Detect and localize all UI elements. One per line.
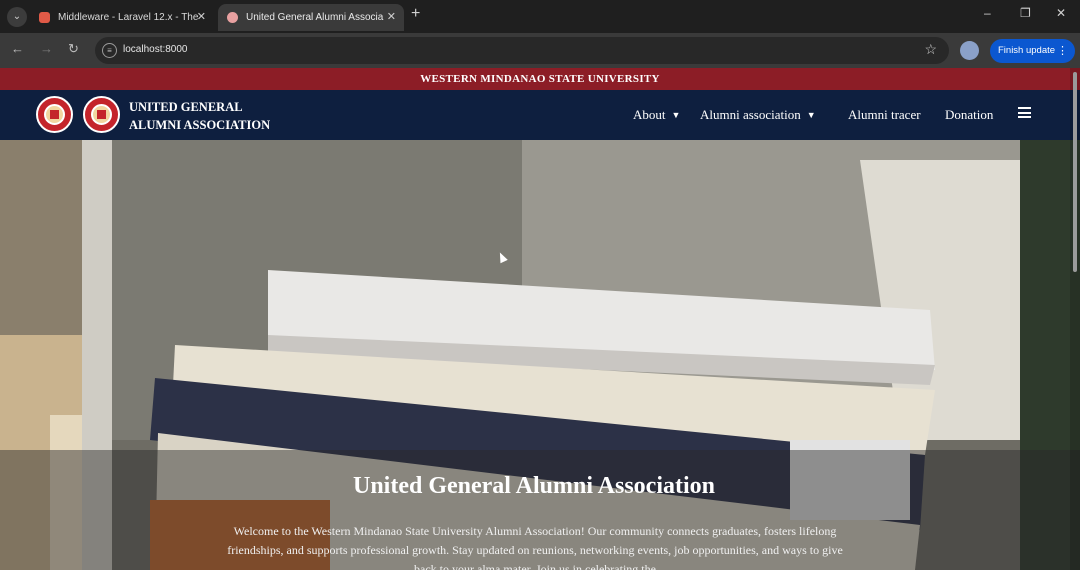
nav-alumni-association[interactable]: Alumni association ▼: [700, 107, 816, 123]
tab-title: United General Alumni Associa: [246, 12, 384, 23]
browser-tab-bar: ⌄ Middleware - Laravel 12.x - The ✕ Unit…: [0, 0, 1080, 33]
maximize-button[interactable]: ❐: [1020, 6, 1031, 20]
chevron-down-icon: ▼: [671, 110, 681, 120]
brand-line-2: ALUMNI ASSOCIATION: [129, 118, 271, 132]
site-brand[interactable]: UNITED GENERAL ALUMNI ASSOCIATION: [129, 98, 270, 134]
nav-about-label: About: [633, 107, 666, 122]
hero-section: United General Alumni Association Welcom…: [0, 140, 1080, 570]
address-bar[interactable]: ≡ localhost:8000 ☆: [95, 37, 949, 64]
university-seal-logo[interactable]: [36, 96, 73, 133]
nav-alumni-tracer[interactable]: Alumni tracer: [848, 107, 921, 123]
site-navbar: UNITED GENERAL ALUMNI ASSOCIATION About ▼…: [0, 90, 1080, 140]
new-tab-button[interactable]: +: [411, 5, 420, 23]
hero-title: United General Alumni Association: [352, 473, 716, 499]
tab-search-button[interactable]: ⌄: [7, 7, 27, 27]
browser-toolbar: ← → ↻ ≡ localhost:8000 ☆ Finish update ⋮: [0, 33, 1080, 68]
site-favicon-icon: [227, 12, 238, 23]
more-icon[interactable]: ⋮: [1057, 39, 1068, 63]
close-tab-icon[interactable]: ✕: [387, 4, 396, 31]
laravel-favicon-icon: [39, 12, 50, 23]
close-tab-icon[interactable]: ✕: [197, 4, 206, 31]
menu-icon[interactable]: [1018, 107, 1031, 118]
tab-title: Middleware - Laravel 12.x - The: [58, 12, 199, 23]
bookmark-star-icon[interactable]: ☆: [924, 41, 937, 58]
back-icon[interactable]: ←: [11, 41, 24, 56]
site-info-icon[interactable]: ≡: [102, 43, 117, 58]
brand-line-1: UNITED GENERAL: [129, 100, 243, 114]
close-window-button[interactable]: ✕: [1056, 6, 1066, 20]
finish-update-button[interactable]: Finish update ⋮: [990, 39, 1075, 63]
page-scrollbar[interactable]: [1070, 68, 1080, 570]
tab-alumni-association[interactable]: United General Alumni Associa ✕: [218, 4, 404, 31]
profile-icon[interactable]: [960, 41, 979, 60]
scrollbar-thumb[interactable]: [1073, 72, 1077, 272]
url-text[interactable]: localhost:8000: [123, 44, 188, 55]
reload-icon[interactable]: ↻: [68, 41, 79, 57]
nav-about[interactable]: About ▼: [633, 107, 680, 123]
minimize-button[interactable]: –: [984, 6, 991, 20]
nav-donation[interactable]: Donation: [945, 107, 993, 123]
university-strip: WESTERN MINDANAO STATE UNIVERSITY: [0, 68, 1080, 90]
tab-laravel-middleware[interactable]: Middleware - Laravel 12.x - The ✕: [30, 4, 214, 31]
forward-icon[interactable]: →: [40, 41, 53, 56]
nav-alumni-association-label: Alumni association: [700, 107, 801, 122]
alumni-seal-logo[interactable]: [83, 96, 120, 133]
finish-update-label: Finish update: [998, 45, 1056, 56]
chevron-down-icon: ▼: [806, 110, 816, 120]
hero-description: Welcome to the Western Mindanao State Un…: [227, 524, 843, 570]
